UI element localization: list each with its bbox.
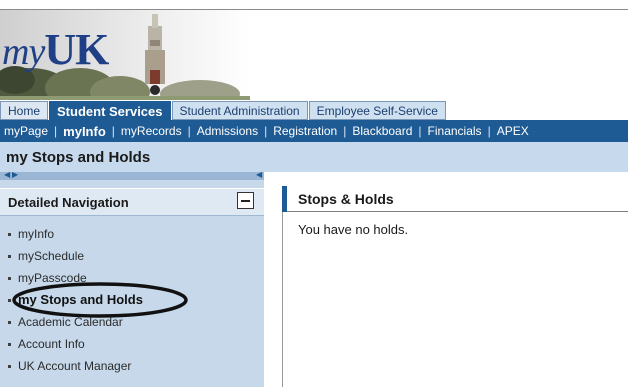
splitter-right-arrow-icon[interactable]: ▶ — [12, 170, 18, 179]
sidebar-header: Detailed Navigation — [0, 188, 264, 216]
sub-navigation: myPage | myInfo | myRecords | Admissions | R… — [0, 120, 628, 142]
sidebar-item-account-info[interactable]: Account Info — [0, 333, 264, 355]
subnav-separator: | — [54, 124, 58, 138]
tab-employee-self-service[interactable]: Employee Self-Service — [308, 101, 446, 120]
collapse-minus-icon[interactable] — [237, 192, 254, 209]
sidebar-item-my-stops-and-holds[interactable]: my Stops and Holds — [0, 289, 264, 311]
tab-student-administration[interactable]: Student Administration — [171, 101, 308, 120]
content-title: Stops & Holds — [298, 191, 394, 207]
subnav-blackboard[interactable]: Blackboard — [352, 124, 412, 138]
content-header-accent — [282, 186, 287, 212]
logo-wordmark: myUK — [2, 24, 109, 75]
logo-my: my — [2, 31, 45, 73]
subnav-separator: | — [487, 124, 491, 138]
sidebar-item-mypasscode[interactable]: myPasscode — [0, 267, 264, 289]
page-title: my Stops and Holds — [6, 149, 151, 166]
sidebar-header-label: Detailed Navigation — [8, 195, 129, 210]
subnav-financials[interactable]: Financials — [428, 124, 482, 138]
subnav-separator: | — [264, 124, 268, 138]
splitter-left-arrow-icon[interactable]: ◀ — [4, 170, 10, 179]
subnav-myrecords[interactable]: myRecords — [121, 124, 182, 138]
pane-divider — [264, 172, 282, 387]
page-title-bar: my Stops and Holds — [0, 142, 628, 172]
sidebar-item-myinfo[interactable]: myInfo — [0, 223, 264, 245]
subnav-separator: | — [111, 124, 115, 138]
subnav-admissions[interactable]: Admissions — [197, 124, 258, 138]
holds-message: You have no holds. — [298, 222, 409, 237]
subnav-myinfo[interactable]: myInfo — [63, 124, 106, 139]
sidebar-item-myschedule[interactable]: mySchedule — [0, 245, 264, 267]
tab-student-services[interactable]: Student Services — [49, 101, 171, 120]
stops-holds-panel: Stops & Holds You have no holds. — [282, 186, 628, 387]
sidebar-item-uk-account-manager[interactable]: UK Account Manager — [0, 355, 264, 377]
subnav-apex[interactable]: APEX — [497, 124, 529, 138]
top-tabs: Home Student Services Student Administra… — [0, 101, 447, 120]
sidebar-nav-list: myInfo mySchedule myPasscode my Stops an… — [0, 223, 264, 377]
splitter-collapse-arrow-icon[interactable]: ◀ — [256, 170, 262, 179]
subnav-registration[interactable]: Registration — [273, 124, 337, 138]
subnav-mypage[interactable]: myPage — [4, 124, 48, 138]
tab-home[interactable]: Home — [0, 101, 49, 120]
sidebar-item-academic-calendar[interactable]: Academic Calendar — [0, 311, 264, 333]
pane-splitter[interactable]: ◀ ▶ ◀ — [0, 170, 264, 180]
logo-uk: UK — [44, 25, 109, 74]
subnav-separator: | — [343, 124, 347, 138]
content-header: Stops & Holds — [282, 186, 628, 212]
myuk-logo[interactable]: myUK — [0, 10, 250, 100]
detailed-navigation-panel: Detailed Navigation myInfo mySchedule my… — [0, 180, 264, 387]
subnav-separator: | — [418, 124, 422, 138]
subnav-separator: | — [187, 124, 191, 138]
content-left-rule — [282, 212, 283, 387]
